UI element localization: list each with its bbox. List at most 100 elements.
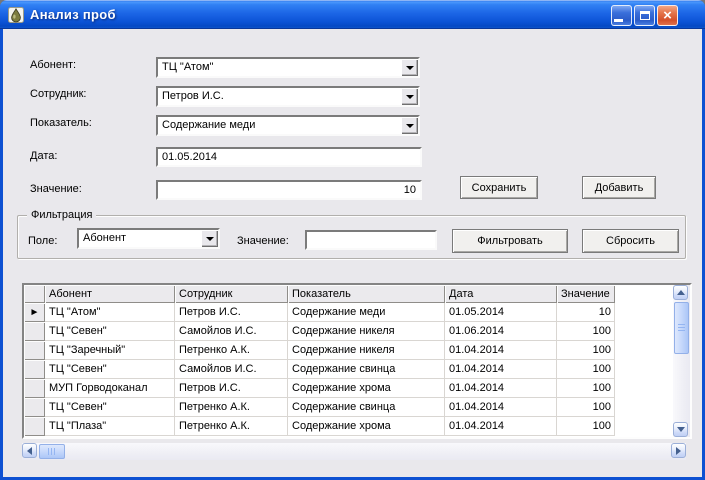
chevron-down-icon: [405, 65, 414, 74]
cell-sotrudnik[interactable]: Петренко А.К.: [175, 398, 288, 417]
cell-znachenie[interactable]: 100: [557, 360, 615, 379]
column-header-data[interactable]: Дата: [445, 285, 557, 303]
close-button[interactable]: ×: [657, 5, 678, 26]
cell-pokazatel[interactable]: Содержание хрома: [288, 379, 445, 398]
droplet-icon: [8, 6, 24, 23]
row-selector-cell[interactable]: [24, 360, 45, 379]
row-selector-cell[interactable]: [24, 417, 45, 436]
cell-data[interactable]: 01.05.2014: [445, 303, 557, 322]
cell-znachenie[interactable]: 10: [557, 303, 615, 322]
cell-data[interactable]: 01.06.2014: [445, 322, 557, 341]
current-row-arrow-icon: ►: [29, 306, 40, 318]
cell-data[interactable]: 01.04.2014: [445, 398, 557, 417]
cell-sotrudnik[interactable]: Петренко А.К.: [175, 341, 288, 360]
cell-abonent[interactable]: ТЦ "Заречный": [45, 341, 175, 360]
scroll-right-button[interactable]: [671, 443, 686, 458]
table-row[interactable]: ТЦ "Севен" Самойлов И.С. Содержание нике…: [24, 322, 615, 341]
vertical-scrollbar[interactable]: [673, 285, 690, 437]
cell-abonent[interactable]: ТЦ "Плаза": [45, 417, 175, 436]
app-window: Анализ проб × Абонент: Сотрудник: Показа…: [0, 0, 705, 480]
horizontal-scrollbar[interactable]: [22, 443, 686, 460]
cell-sotrudnik[interactable]: Петренко А.К.: [175, 417, 288, 436]
row-selector-cell[interactable]: [24, 341, 45, 360]
chevron-right-icon: [676, 446, 681, 455]
chevron-left-icon: [27, 446, 32, 455]
table-row[interactable]: ТЦ "Заречный" Петренко А.К. Содержание н…: [24, 341, 615, 360]
cell-sotrudnik[interactable]: Самойлов И.С.: [175, 360, 288, 379]
scroll-up-button[interactable]: [673, 285, 688, 300]
horizontal-scrollbar-thumb[interactable]: [39, 444, 65, 459]
cell-znachenie[interactable]: 100: [557, 322, 615, 341]
maximize-icon: [639, 11, 650, 20]
chevron-up-icon: [676, 290, 685, 295]
column-header-znachenie[interactable]: Значение: [557, 285, 615, 303]
label-sotrudnik: Сотрудник:: [30, 88, 87, 100]
row-selector-cell[interactable]: [24, 379, 45, 398]
cell-znachenie[interactable]: 100: [557, 379, 615, 398]
date-input[interactable]: [156, 147, 422, 167]
cell-pokazatel[interactable]: Содержание свинца: [288, 398, 445, 417]
cell-data[interactable]: 01.04.2014: [445, 379, 557, 398]
grid-header-row: Абонент Сотрудник Показатель Дата Значен…: [24, 285, 615, 303]
indicator-combobox[interactable]: Содержание меди: [156, 115, 420, 136]
label-znachenie: Значение:: [30, 183, 82, 195]
cell-znachenie[interactable]: 100: [557, 341, 615, 360]
cell-data[interactable]: 01.04.2014: [445, 360, 557, 379]
abonent-combobox-dropdown-button[interactable]: [401, 59, 418, 76]
cell-pokazatel[interactable]: Содержание свинца: [288, 360, 445, 379]
cell-abonent[interactable]: МУП Горводоканал: [45, 379, 175, 398]
filter-value-label: Значение:: [237, 235, 289, 247]
cell-pokazatel[interactable]: Содержание меди: [288, 303, 445, 322]
table-row[interactable]: ТЦ "Севен" Петренко А.К. Содержание свин…: [24, 398, 615, 417]
row-selector-cell[interactable]: ►: [24, 303, 45, 322]
table-row[interactable]: ТЦ "Севен" Самойлов И.С. Содержание свин…: [24, 360, 615, 379]
indicator-combobox-dropdown-button[interactable]: [401, 117, 418, 134]
reset-button[interactable]: Сбросить: [582, 229, 679, 253]
employee-combobox[interactable]: Петров И.С.: [156, 86, 420, 107]
cell-abonent[interactable]: ТЦ "Севен": [45, 322, 175, 341]
cell-sotrudnik[interactable]: Петров И.С.: [175, 303, 288, 322]
value-input[interactable]: [156, 180, 422, 200]
cell-abonent[interactable]: ТЦ "Севен": [45, 398, 175, 417]
filter-field-dropdown-button[interactable]: [201, 230, 218, 247]
add-button[interactable]: Добавить: [582, 176, 656, 199]
scroll-left-button[interactable]: [22, 443, 37, 458]
table-row[interactable]: ► ТЦ "Атом" Петров И.С. Содержание меди …: [24, 303, 615, 322]
cell-pokazatel[interactable]: Содержание никеля: [288, 341, 445, 360]
cell-abonent[interactable]: ТЦ "Севен": [45, 360, 175, 379]
column-header-pokazatel[interactable]: Показатель: [288, 285, 445, 303]
column-header-abonent[interactable]: Абонент: [45, 285, 175, 303]
cell-sotrudnik[interactable]: Петров И.С.: [175, 379, 288, 398]
grid-content: Абонент Сотрудник Показатель Дата Значен…: [24, 285, 673, 437]
scroll-down-button[interactable]: [673, 422, 688, 437]
table-row[interactable]: ТЦ "Плаза" Петренко А.К. Содержание хром…: [24, 417, 615, 436]
cell-pokazatel[interactable]: Содержание хрома: [288, 417, 445, 436]
vertical-scrollbar-thumb[interactable]: [674, 302, 689, 354]
column-header-sotrudnik[interactable]: Сотрудник: [175, 285, 288, 303]
label-abonent: Абонент:: [30, 59, 77, 71]
filter-button[interactable]: Фильтровать: [452, 229, 568, 253]
filter-group-title: Фильтрация: [27, 209, 97, 221]
cell-sotrudnik[interactable]: Самойлов И.С.: [175, 322, 288, 341]
filter-field-combobox[interactable]: Абонент: [77, 228, 220, 249]
close-icon: ×: [663, 7, 672, 24]
window-title: Анализ проб: [30, 7, 116, 22]
cell-data[interactable]: 01.04.2014: [445, 417, 557, 436]
filter-value-input[interactable]: [305, 230, 437, 250]
minimize-button[interactable]: [611, 5, 632, 26]
table-row[interactable]: МУП Горводоканал Петров И.С. Содержание …: [24, 379, 615, 398]
row-selector-cell[interactable]: [24, 322, 45, 341]
abonent-combobox[interactable]: ТЦ "Атом": [156, 57, 420, 78]
employee-combobox-dropdown-button[interactable]: [401, 88, 418, 105]
maximize-button[interactable]: [634, 5, 655, 26]
filter-field-combobox-value: Абонент: [83, 232, 127, 244]
cell-znachenie[interactable]: 100: [557, 398, 615, 417]
chevron-down-icon: [405, 94, 414, 103]
cell-abonent[interactable]: ТЦ "Атом": [45, 303, 175, 322]
row-selector-cell[interactable]: [24, 398, 45, 417]
cell-data[interactable]: 01.04.2014: [445, 341, 557, 360]
save-button[interactable]: Сохранить: [460, 176, 538, 199]
cell-pokazatel[interactable]: Содержание никеля: [288, 322, 445, 341]
title-bar[interactable]: Анализ проб ×: [0, 0, 705, 29]
cell-znachenie[interactable]: 100: [557, 417, 615, 436]
